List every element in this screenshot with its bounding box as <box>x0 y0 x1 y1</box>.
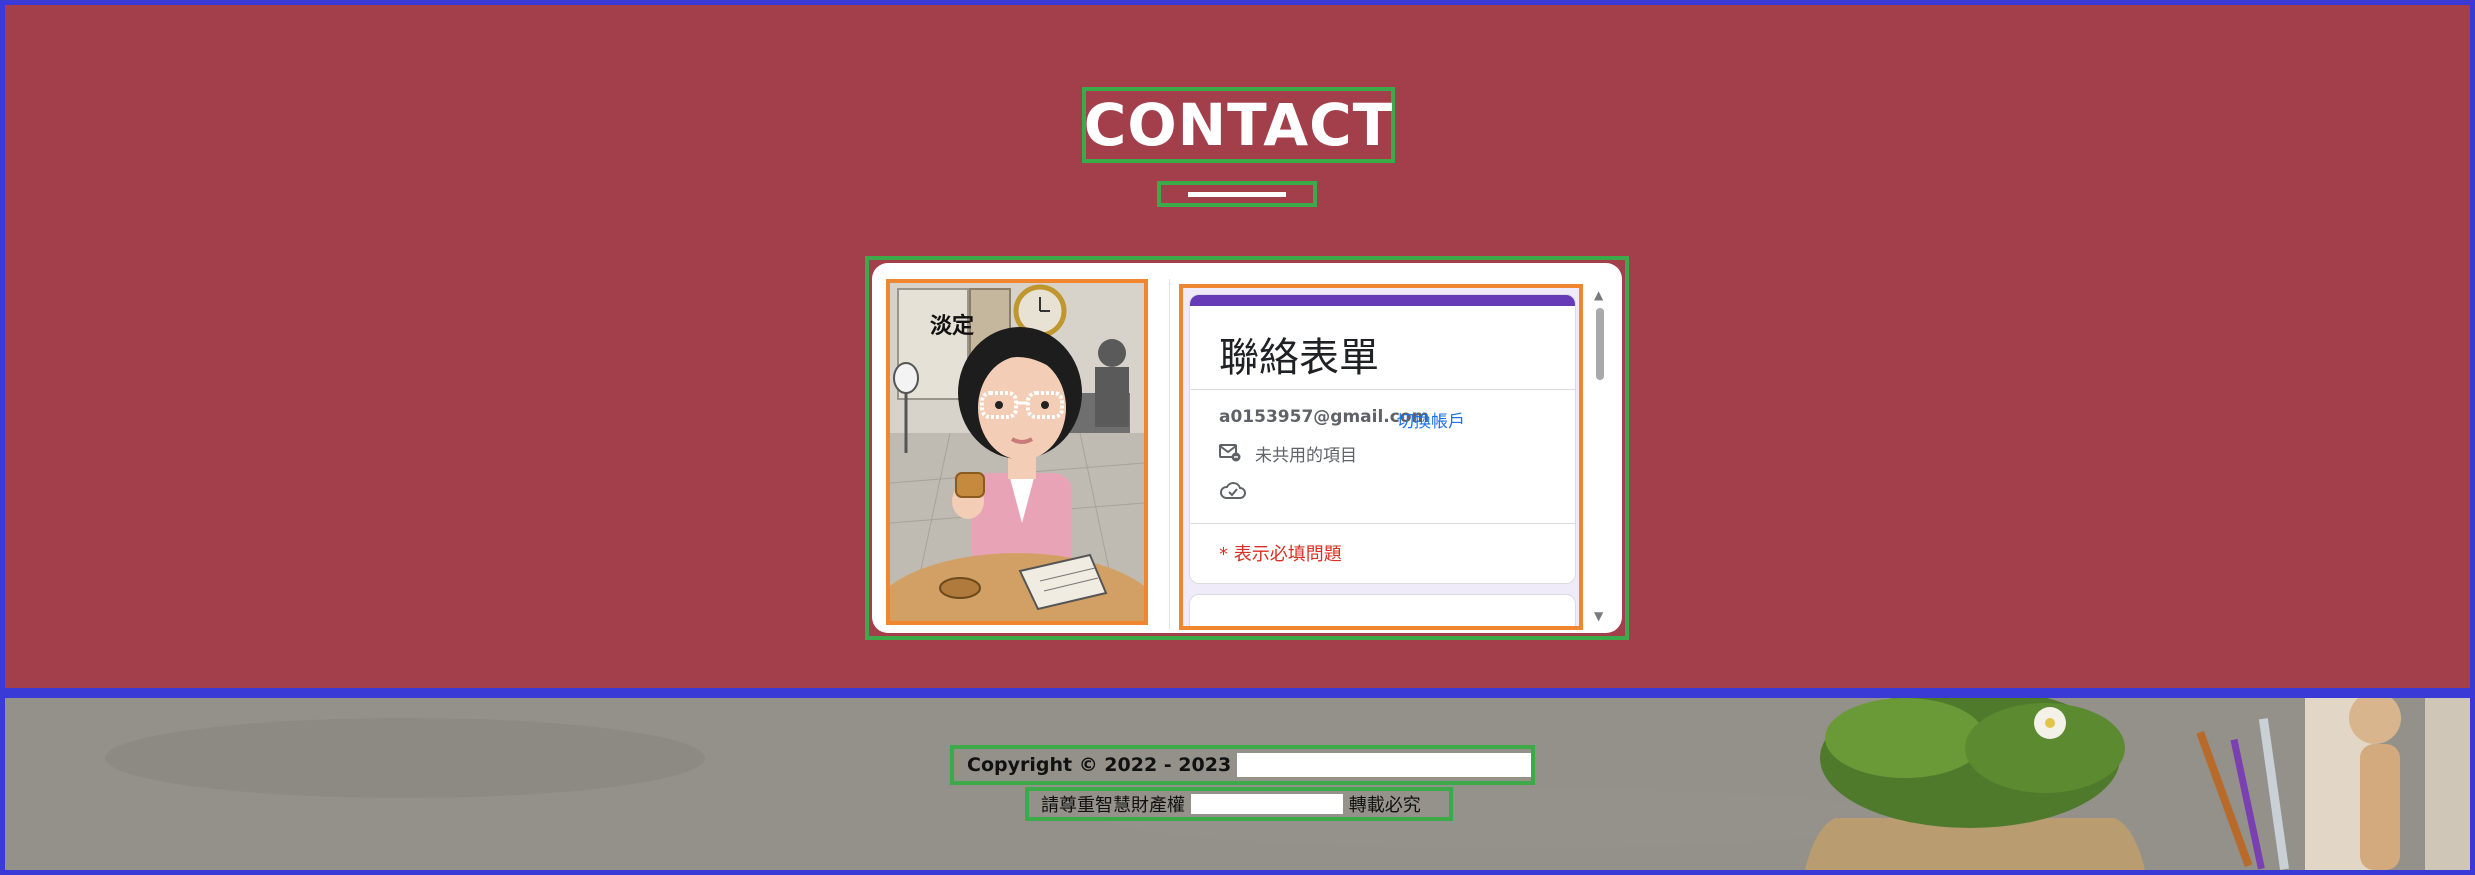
contact-card: 淡定 聯絡表單 a0153957@gmail.com 切換帳戶 未共用的項目 *… <box>872 263 1622 633</box>
redacted-block <box>1190 794 1343 814</box>
form-divider-2 <box>1190 523 1575 524</box>
scroll-up-icon[interactable]: ▲ <box>1594 288 1603 302</box>
form-header-card: 聯絡表單 a0153957@gmail.com 切換帳戶 未共用的項目 * 表示… <box>1189 294 1576 584</box>
card-separator <box>1169 279 1170 629</box>
heading-divider-box <box>1157 181 1317 207</box>
mail-share-icon <box>1219 442 1241 466</box>
form-question-card[interactable] <box>1189 594 1576 626</box>
site-footer: Copyright © 2022 - 2023 請尊重智慧財產權 轉載必究 <box>0 693 2475 875</box>
contact-card-frame: 淡定 聯絡表單 a0153957@gmail.com 切換帳戶 未共用的項目 *… <box>865 256 1629 640</box>
cartoon-woman-image: 淡定 <box>890 283 1144 621</box>
avatar-sign: 淡定 <box>930 313 974 339</box>
ip-notice-prefix: 請尊重智慧財產權 <box>1041 795 1185 816</box>
avatar-illustration: 淡定 <box>886 279 1148 625</box>
ip-notice-suffix: 轉載必究 <box>1348 795 1421 816</box>
cloud-save-icon <box>1219 482 1247 505</box>
form-scrollbar[interactable]: ▲ ▼ <box>1589 284 1611 630</box>
form-accent-bar <box>1190 295 1575 306</box>
scroll-down-icon[interactable]: ▼ <box>1594 609 1603 623</box>
scroll-thumb[interactable] <box>1596 308 1604 380</box>
form-title: 聯絡表單 <box>1219 335 1379 381</box>
contact-section: CONTACT 淡定 聯絡表單 a0153957@gmail.com 切換帳戶 … <box>0 0 2475 693</box>
heading-divider <box>1188 191 1286 197</box>
required-note: * 表示必填問題 <box>1219 544 1342 565</box>
ip-notice-box: 請尊重智慧財產權 轉載必究 <box>1025 787 1453 821</box>
embedded-form-frame[interactable]: 聯絡表單 a0153957@gmail.com 切換帳戶 未共用的項目 * 表示… <box>1179 284 1583 630</box>
form-divider <box>1190 389 1575 390</box>
contact-heading-box: CONTACT <box>1082 87 1395 163</box>
copyright-text: Copyright © 2022 - 2023 <box>967 754 1232 776</box>
switch-account-link[interactable]: 切換帳戶 <box>1397 407 1465 432</box>
contact-heading: CONTACT <box>1083 91 1394 159</box>
not-shared-label: 未共用的項目 <box>1255 446 1357 466</box>
copyright-box: Copyright © 2022 - 2023 <box>950 745 1535 785</box>
cloud-save-row <box>1219 481 1247 505</box>
redacted-block <box>1237 753 1531 777</box>
not-shared-row: 未共用的項目 <box>1219 441 1357 466</box>
